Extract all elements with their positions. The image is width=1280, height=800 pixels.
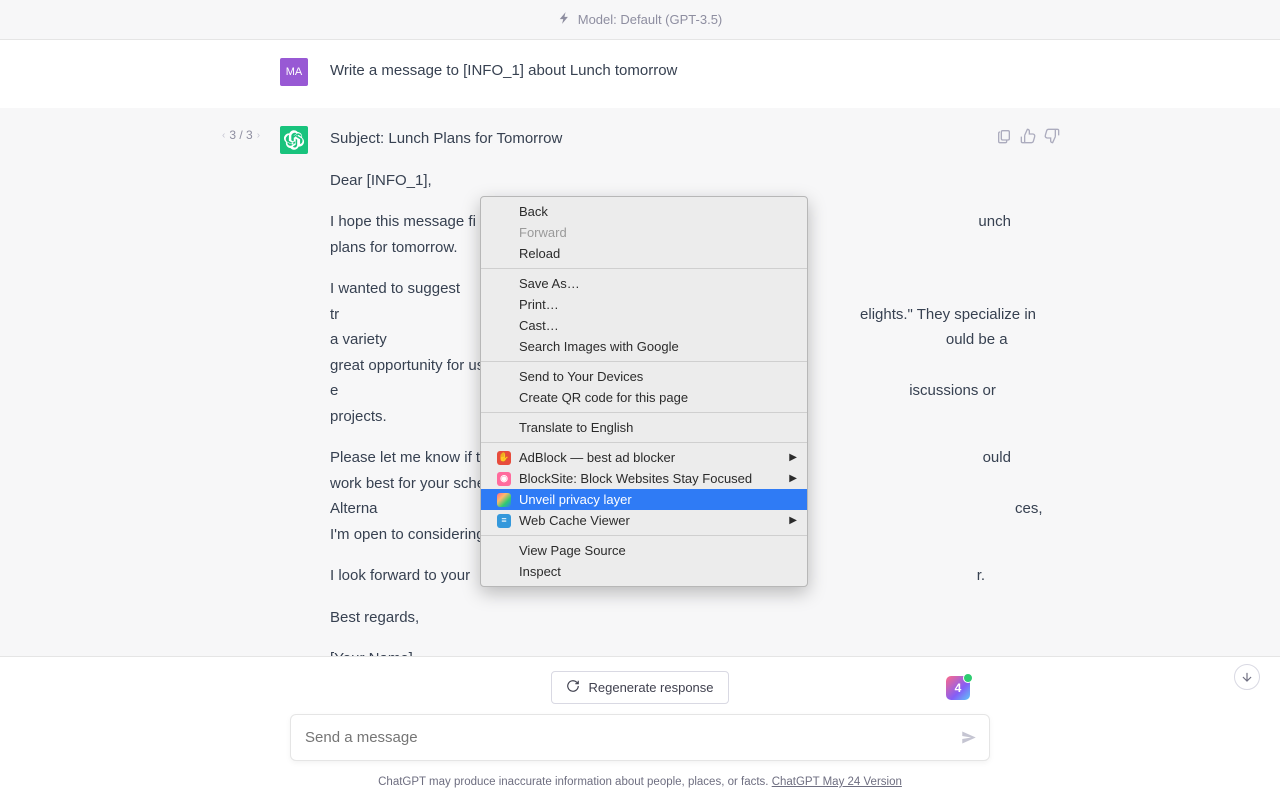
- ctx-unveil[interactable]: Unveil privacy layer: [481, 489, 807, 510]
- ctx-save-as[interactable]: Save As…: [481, 273, 807, 294]
- disclaimer: ChatGPT may produce inaccurate informati…: [0, 776, 1280, 800]
- model-label: Model: Default (GPT-3.5): [578, 12, 723, 27]
- ctx-view-source[interactable]: View Page Source: [481, 540, 807, 561]
- ctx-reload[interactable]: Reload: [481, 243, 807, 264]
- ctx-adblock[interactable]: ✋AdBlock — best ad blocker▶: [481, 447, 807, 468]
- blocksite-icon: ◉: [497, 472, 511, 486]
- lightning-icon: [558, 11, 572, 28]
- assistant-avatar: [280, 126, 308, 154]
- version-link[interactable]: ChatGPT May 24 Version: [772, 776, 902, 788]
- ctx-translate[interactable]: Translate to English: [481, 417, 807, 438]
- greeting: Dear [INFO_1],: [330, 168, 1043, 194]
- adblock-icon: ✋: [497, 451, 511, 465]
- ctx-blocksite[interactable]: ◉BlockSite: Block Websites Stay Focused▶: [481, 468, 807, 489]
- context-menu: Back Forward Reload Save As… Print… Cast…: [480, 196, 808, 587]
- subject-line: Subject: Lunch Plans for Tomorrow: [330, 126, 1043, 152]
- pager-prev[interactable]: ‹: [222, 130, 225, 141]
- chevron-right-icon: ▶: [789, 473, 797, 484]
- message-input[interactable]: [290, 714, 990, 761]
- pager-next[interactable]: ›: [257, 130, 260, 141]
- user-message: MA Write a message to [INFO_1] about Lun…: [0, 40, 1280, 108]
- send-button[interactable]: [960, 729, 978, 752]
- response-pager: ‹ 3 / 3 ›: [222, 128, 260, 142]
- signoff: Best regards,: [330, 605, 1043, 631]
- user-avatar: MA: [280, 58, 308, 86]
- ctx-print[interactable]: Print…: [481, 294, 807, 315]
- extension-badge[interactable]: 4: [946, 676, 970, 700]
- webcache-icon: ≡: [497, 514, 511, 528]
- chevron-right-icon: ▶: [789, 515, 797, 526]
- scroll-down-button[interactable]: [1234, 664, 1260, 690]
- thumbs-up-icon[interactable]: [1020, 128, 1036, 149]
- ctx-qr[interactable]: Create QR code for this page: [481, 387, 807, 408]
- composer-area: Regenerate response ChatGPT may produce …: [0, 656, 1280, 800]
- copy-icon[interactable]: [996, 128, 1012, 149]
- ctx-send-devices[interactable]: Send to Your Devices: [481, 366, 807, 387]
- refresh-icon: [566, 679, 580, 696]
- ctx-inspect[interactable]: Inspect: [481, 561, 807, 582]
- model-bar: Model: Default (GPT-3.5): [0, 0, 1280, 40]
- ctx-webcache[interactable]: ≡Web Cache Viewer▶: [481, 510, 807, 531]
- unveil-icon: [497, 493, 511, 507]
- message-actions: [996, 128, 1060, 149]
- regenerate-button[interactable]: Regenerate response: [551, 671, 728, 704]
- ctx-cast[interactable]: Cast…: [481, 315, 807, 336]
- ctx-forward: Forward: [481, 222, 807, 243]
- pager-count: 3 / 3: [229, 128, 252, 142]
- chevron-right-icon: ▶: [789, 452, 797, 463]
- ctx-back[interactable]: Back: [481, 201, 807, 222]
- ctx-search-images[interactable]: Search Images with Google: [481, 336, 807, 357]
- thumbs-down-icon[interactable]: [1044, 128, 1060, 149]
- user-prompt: Write a message to [INFO_1] about Lunch …: [330, 58, 1000, 86]
